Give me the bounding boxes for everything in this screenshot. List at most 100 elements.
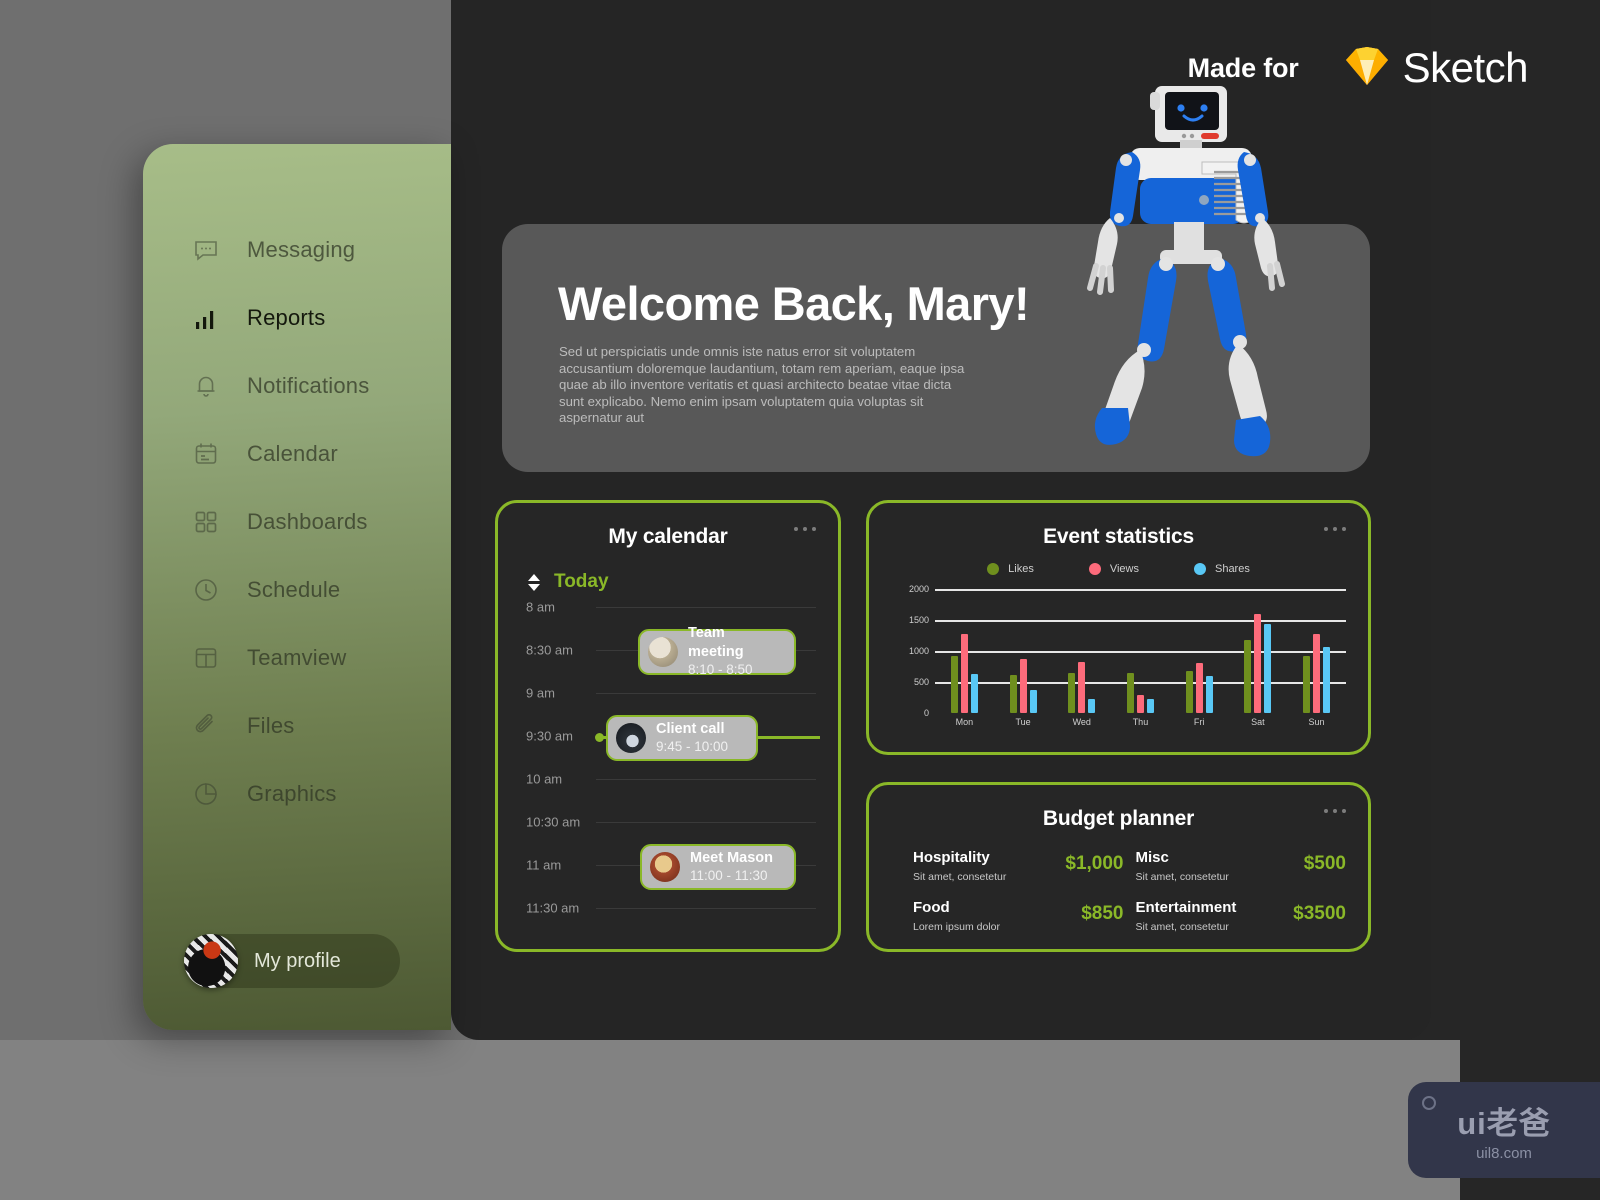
calendar-timeline: 8 am 8:30 am 9 am 9:30 am 10 am 10:30 am	[498, 600, 838, 937]
slot-time-label: 8 am	[526, 599, 555, 615]
sketch-wordmark: Sketch	[1402, 44, 1529, 91]
legend-label: Views	[1109, 563, 1139, 575]
event-name: Client call	[656, 720, 725, 737]
chevron-updown-icon[interactable]	[528, 573, 540, 591]
y-axis-tick-label: 1000	[908, 646, 929, 656]
slot-divider	[596, 779, 816, 780]
my-calendar-card: My calendar Today 8 am 8:30 am 9 am 9:30…	[495, 500, 841, 952]
time-slot: 11:30 am	[498, 901, 838, 951]
chart-plot-area	[935, 589, 1346, 713]
calendar-event[interactable]: Meet Mason 11:00 - 11:30	[640, 844, 796, 890]
sidebar-item-schedule[interactable]: Schedule	[143, 556, 451, 624]
slot-divider	[596, 693, 816, 694]
bar	[1244, 640, 1252, 713]
bar	[1009, 674, 1017, 713]
message-icon	[193, 237, 219, 263]
budget-item: Entertainment Sit amet, consetetur $3500	[1136, 899, 1347, 933]
x-axis-tick-label: Fri	[1193, 717, 1205, 727]
stats-card-title: Event statistics	[1043, 525, 1194, 548]
profile-button[interactable]: My profile	[184, 934, 400, 988]
calendar-card-title: My calendar	[608, 525, 728, 548]
bar	[1254, 613, 1262, 713]
budget-item: Hospitality Sit amet, consetetur $1,000	[913, 849, 1124, 883]
sidebar-item-label: Dashboards	[247, 509, 368, 534]
calendar-icon	[193, 441, 219, 467]
bar	[960, 634, 968, 713]
avatar	[184, 934, 238, 988]
budget-more-menu-icon[interactable]	[1324, 809, 1346, 813]
hero-description: Sed ut perspiciatis unde omnis iste natu…	[559, 344, 965, 425]
event-time: 11:00 - 11:30	[690, 868, 768, 883]
legend-item: Shares	[1193, 563, 1250, 575]
y-axis-tick-label: 0	[923, 708, 929, 718]
y-axis-tick-label: 1500	[908, 615, 929, 625]
x-axis-tick-label: Sat	[1251, 717, 1265, 727]
bar-group	[1244, 589, 1272, 713]
bar-group	[950, 589, 978, 713]
bar-chart-icon	[193, 305, 219, 331]
chart-x-axis: Mon Tue Wed Thu Fri Sat Sun	[935, 717, 1346, 727]
background-gray-strip	[0, 1040, 1460, 1200]
x-axis-tick-label: Mon	[955, 717, 974, 727]
chart-legend: Likes Views Shares	[869, 563, 1368, 575]
bar	[1019, 659, 1027, 713]
calendar-more-menu-icon[interactable]	[794, 527, 816, 531]
sidebar-item-messaging[interactable]: Messaging	[143, 216, 451, 284]
today-stepper[interactable]: Today	[528, 571, 838, 593]
robot-illustration	[1062, 78, 1312, 468]
legend-color-dot	[987, 563, 1000, 575]
bar	[1185, 670, 1193, 713]
x-axis-tick-label: Sun	[1308, 717, 1325, 727]
calendar-event[interactable]: Client call 9:45 - 10:00	[606, 715, 758, 761]
event-name: Meet Mason	[690, 849, 773, 866]
budget-card-title: Budget planner	[1042, 807, 1195, 830]
sidebar-item-label: Calendar	[247, 441, 338, 466]
bar	[1323, 647, 1331, 713]
y-axis-tick-label: 500	[913, 677, 929, 687]
bar	[950, 655, 958, 713]
event-time: 8:10 - 8:50	[688, 662, 753, 678]
grid-icon	[193, 509, 219, 535]
bar	[1136, 695, 1144, 713]
event-statistics-chart: 0 500 1000 1500 2000 Mon Tue Wed Thu Fri Sat Sun	[869, 584, 1368, 739]
watermark: ui老爸 uil8.com	[1408, 1082, 1600, 1178]
legend-label: Likes	[1008, 563, 1034, 575]
slot-time-label: 10:30 am	[526, 814, 581, 830]
sidebar-item-label: Teamview	[247, 645, 347, 670]
sidebar-item-notifications[interactable]: Notifications	[143, 352, 451, 420]
bar	[1313, 634, 1321, 713]
slot-time-label: 9:30 am	[526, 728, 573, 744]
calendar-event[interactable]: Team meeting 8:10 - 8:50	[638, 625, 796, 678]
paperclip-icon	[193, 713, 219, 739]
sidebar-item-teamview[interactable]: Teamview	[143, 624, 451, 692]
budget-item-sub: Sit amet, consetetur	[913, 870, 1007, 883]
budget-item: Food Lorem ipsum dolor $850	[913, 899, 1124, 933]
sidebar-item-calendar[interactable]: Calendar	[143, 420, 451, 488]
slot-divider	[596, 822, 816, 823]
sidebar-item-label: Messaging	[247, 237, 356, 262]
sidebar-item-files[interactable]: Files	[143, 692, 451, 760]
budget-item-amount: $1,000	[1065, 853, 1124, 874]
event-avatar	[650, 852, 680, 882]
slot-divider	[596, 908, 816, 909]
stats-more-menu-icon[interactable]	[1324, 527, 1346, 531]
bell-icon	[193, 373, 219, 399]
watermark-main: ui老爸	[1457, 1106, 1551, 1141]
budget-item: Misc Sit amet, consetetur $500	[1136, 849, 1347, 883]
slot-time-label: 8:30 am	[526, 642, 573, 658]
sidebar-item-graphics[interactable]: Graphics	[143, 760, 451, 828]
sidebar-item-reports[interactable]: Reports	[143, 284, 451, 352]
budget-item-amount: $500	[1303, 853, 1346, 874]
slot-time-label: 9 am	[526, 685, 555, 701]
slot-time-label: 10 am	[526, 771, 563, 787]
sidebar-item-dashboards[interactable]: Dashboards	[143, 488, 451, 556]
bar-group	[1185, 589, 1213, 713]
bar-group	[1303, 589, 1331, 713]
sidebar-item-label: Graphics	[247, 781, 337, 806]
clock-icon	[193, 577, 219, 603]
pie-chart-icon	[193, 781, 219, 807]
sidebar-item-label: Schedule	[247, 577, 341, 602]
sidebar: Messaging Reports Notifications Calendar…	[143, 144, 451, 1030]
chart-y-axis: 0 500 1000 1500 2000	[889, 584, 929, 718]
budget-item-amount: $850	[1081, 902, 1124, 924]
